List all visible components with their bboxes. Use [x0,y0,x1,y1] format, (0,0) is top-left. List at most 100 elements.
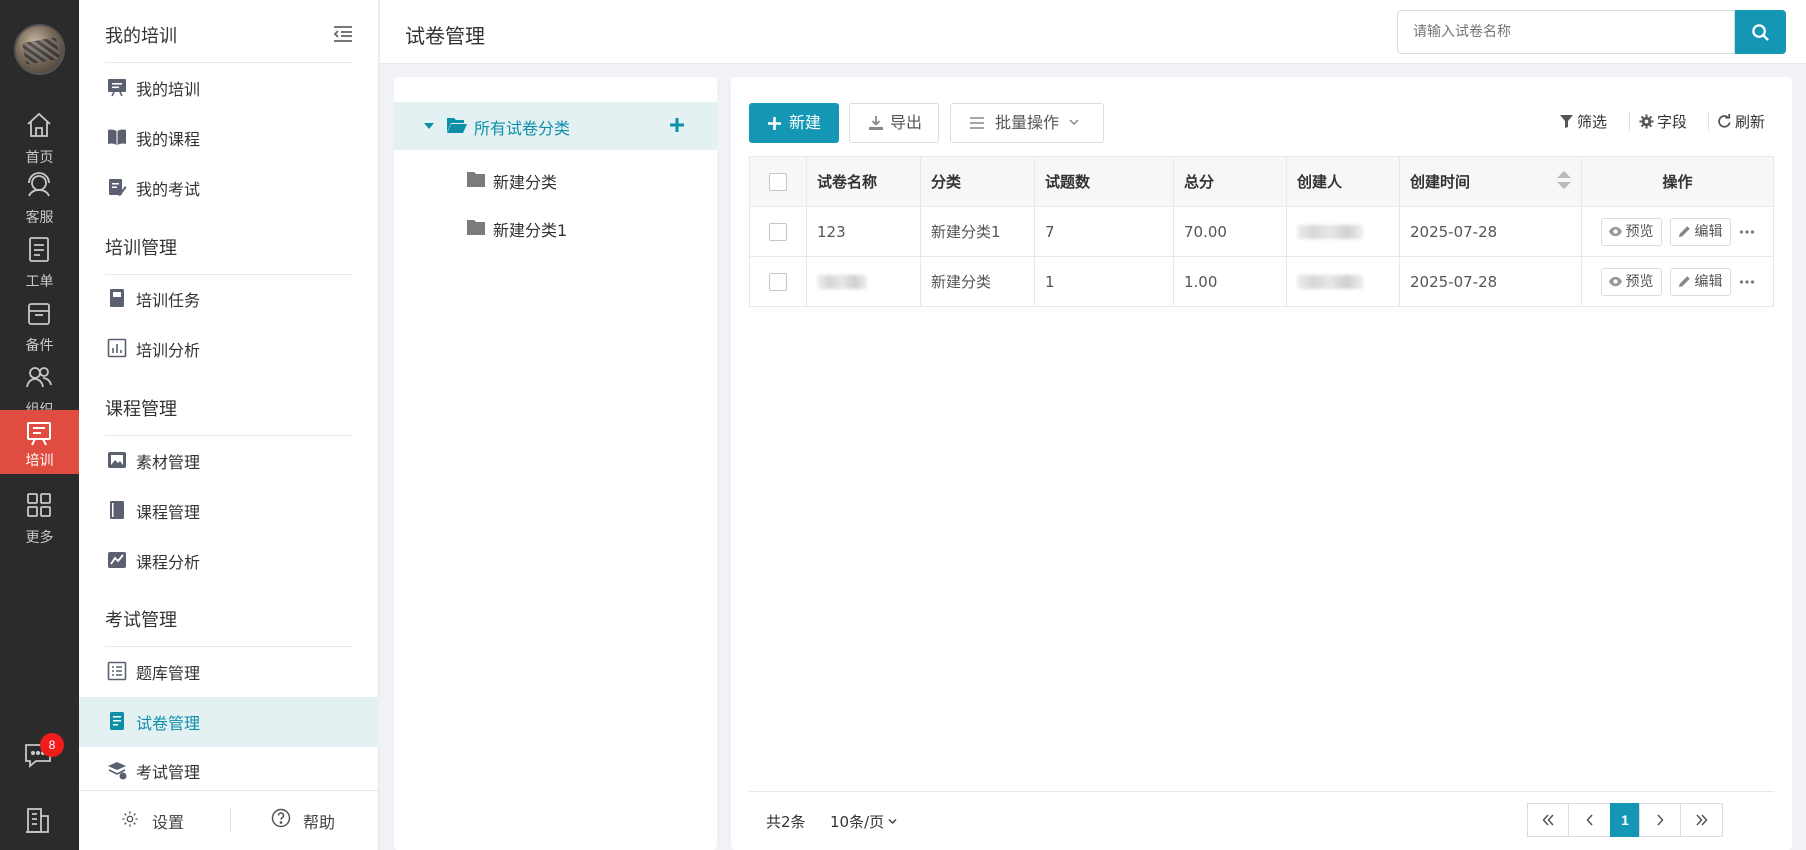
column-header-actions: 操作 [1581,156,1774,207]
eye-icon [1608,276,1622,286]
column-header-creator[interactable]: 创建人 [1286,156,1400,207]
more-icon[interactable] [1739,279,1755,285]
preview-button[interactable]: 预览 [1600,267,1662,296]
tree-node-root[interactable]: 所有试卷分类 [394,102,717,150]
rail-item-parts[interactable]: 备件 [0,288,79,362]
people-icon [26,367,52,388]
rail-item-more[interactable]: 更多 [0,480,79,554]
settings-button[interactable]: 设置 [152,809,184,833]
page-size-label: 10条/页 [830,813,885,831]
rail-item-training[interactable]: 培训 [0,410,79,474]
table-row: 新建分类 1 1.00 2025-07-28 预览 编辑 [749,256,1774,307]
menu-item-my-courses[interactable]: 我的课程 [79,114,379,162]
select-all-cell [749,156,807,207]
batch-label: 批量操作 [995,113,1060,132]
menu-item-materials[interactable]: 素材管理 [79,437,379,485]
user-avatar[interactable] [14,24,65,75]
next-page-button[interactable] [1639,803,1681,837]
headset-icon [28,172,50,197]
chevron-down-icon [1069,119,1079,126]
menu-divider [105,62,353,63]
fields-label: 字段 [1657,113,1688,131]
export-button-label: 导出 [890,113,923,132]
last-page-button[interactable] [1680,803,1723,837]
batch-operations-dropdown[interactable]: 批量操作 [950,103,1104,143]
edit-label: 编辑 [1694,223,1723,240]
folder-icon [467,172,485,187]
menu-item-paper-management[interactable]: 试卷管理 [79,697,379,747]
tree-root-label: 所有试卷分类 [474,119,571,138]
menu-title: 我的培训 [105,26,177,47]
pencil-icon [1678,275,1690,287]
table-row: 123 新建分类1 7 70.00 2025-07-28 预览 编辑 [749,206,1774,257]
page-size-select[interactable]: 10条/页 [830,811,897,832]
prev-page-button[interactable] [1568,803,1611,837]
rail-item-workorder[interactable]: 工单 [0,224,79,298]
open-book-icon [108,129,126,145]
created-header-label: 创建时间 [1410,173,1471,191]
refresh-button[interactable]: 刷新 [1717,111,1765,132]
gear-icon [122,811,138,827]
row-checkbox[interactable] [769,272,787,291]
clipboard-icon [29,237,49,262]
export-button[interactable]: 导出 [849,103,939,143]
search-button[interactable] [1735,10,1786,54]
task-book-icon [110,289,124,307]
row-checkbox[interactable] [769,222,787,241]
fields-button[interactable]: 字段 [1639,111,1687,132]
filter-icon [1560,115,1573,128]
menu-item-course-analysis[interactable]: 课程分析 [79,537,379,585]
table-header-row: 试卷名称 分类 试题数 总分 创建人 创建时间 操作 [749,156,1774,207]
menu-item-my-training[interactable]: 我的培训 [79,64,379,112]
cell-created: 2025-07-28 [1399,256,1582,307]
collapse-menu-icon[interactable] [332,24,354,44]
page-title: 试卷管理 [405,24,485,48]
filter-button[interactable]: 筛选 [1559,111,1607,132]
menu-item-question-bank[interactable]: 题库管理 [79,648,379,696]
menu-item-label: 我的考试 [136,180,201,199]
edit-label: 编辑 [1694,273,1723,290]
trend-chart-icon [108,552,126,568]
tree-node-child[interactable]: 新建分类 [394,156,717,204]
caret-down-icon[interactable] [424,123,434,129]
plus-icon [768,117,781,130]
new-button[interactable]: 新建 [749,103,839,143]
tree-node-child[interactable]: 新建分类1 [394,204,717,252]
menu-item-training-analysis[interactable]: 培训分析 [79,325,379,373]
column-header-name[interactable]: 试卷名称 [806,156,921,207]
menu-item-course-management[interactable]: 课程管理 [79,487,379,535]
help-button[interactable]: 帮助 [303,809,335,833]
building-icon[interactable] [23,805,53,835]
cell-score: 1.00 [1173,256,1287,307]
column-header-category[interactable]: 分类 [920,156,1035,207]
tree-node-label: 新建分类1 [493,221,568,240]
menu-item-training-tasks[interactable]: 培训任务 [79,275,379,323]
blurred-name [817,275,867,289]
cell-created: 2025-07-28 [1399,206,1582,257]
menu-item-label: 题库管理 [136,664,201,683]
first-page-button[interactable] [1527,803,1569,837]
page-1-button[interactable]: 1 [1610,803,1640,837]
bar-chart-icon [107,338,127,358]
column-header-created[interactable]: 创建时间 [1399,156,1582,207]
blurred-creator [1297,225,1363,239]
select-all-checkbox[interactable] [769,172,787,191]
add-category-icon[interactable] [667,115,687,135]
sort-icon[interactable] [1557,171,1571,189]
column-header-score[interactable]: 总分 [1173,156,1287,207]
more-icon[interactable] [1739,229,1755,235]
menu-item-label: 培训分析 [136,341,201,360]
search-input[interactable] [1397,10,1735,54]
rail-item-service[interactable]: 客服 [0,160,79,234]
total-count: 共2条 [766,813,806,831]
eye-icon [1608,226,1622,236]
menu-item-my-exams[interactable]: 我的考试 [79,164,379,212]
preview-button[interactable]: 预览 [1600,217,1662,246]
menu-item-label: 培训任务 [136,291,201,310]
column-header-count[interactable]: 试题数 [1034,156,1174,207]
menu-item-exam-management[interactable]: 考试管理 [79,747,379,795]
edit-button[interactable]: 编辑 [1669,267,1731,296]
cell-category: 新建分类 [920,256,1035,307]
menu-item-label: 素材管理 [136,453,201,472]
edit-button[interactable]: 编辑 [1669,217,1731,246]
